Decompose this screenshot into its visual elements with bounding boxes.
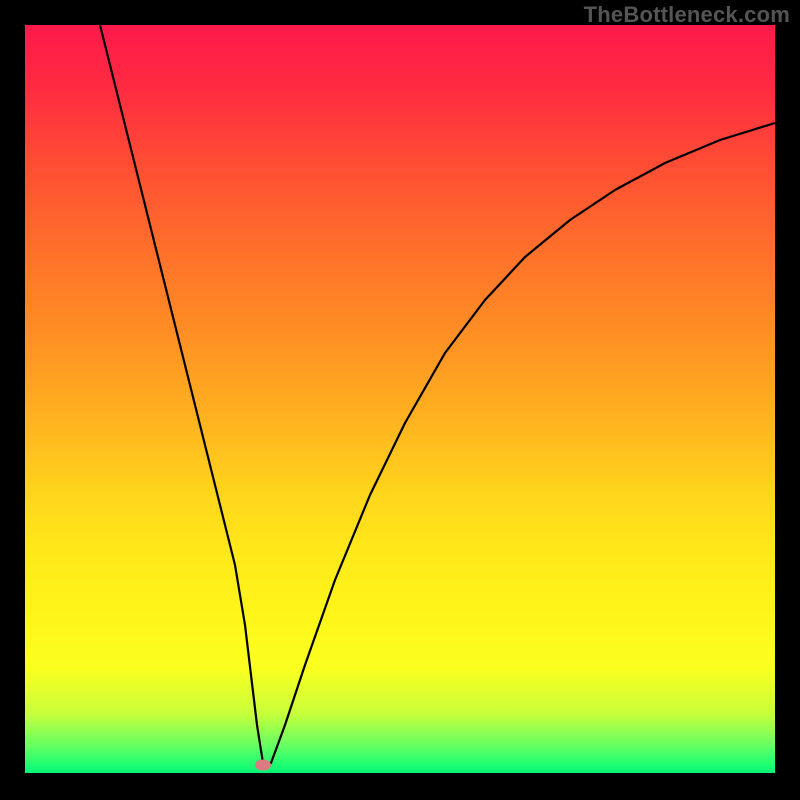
outer-frame: TheBottleneck.com [0,0,800,800]
curve-svg [25,25,775,773]
watermark-text: TheBottleneck.com [584,2,790,28]
bottleneck-curve [100,25,775,763]
min-point-marker [255,760,271,771]
plot-area [25,25,775,773]
